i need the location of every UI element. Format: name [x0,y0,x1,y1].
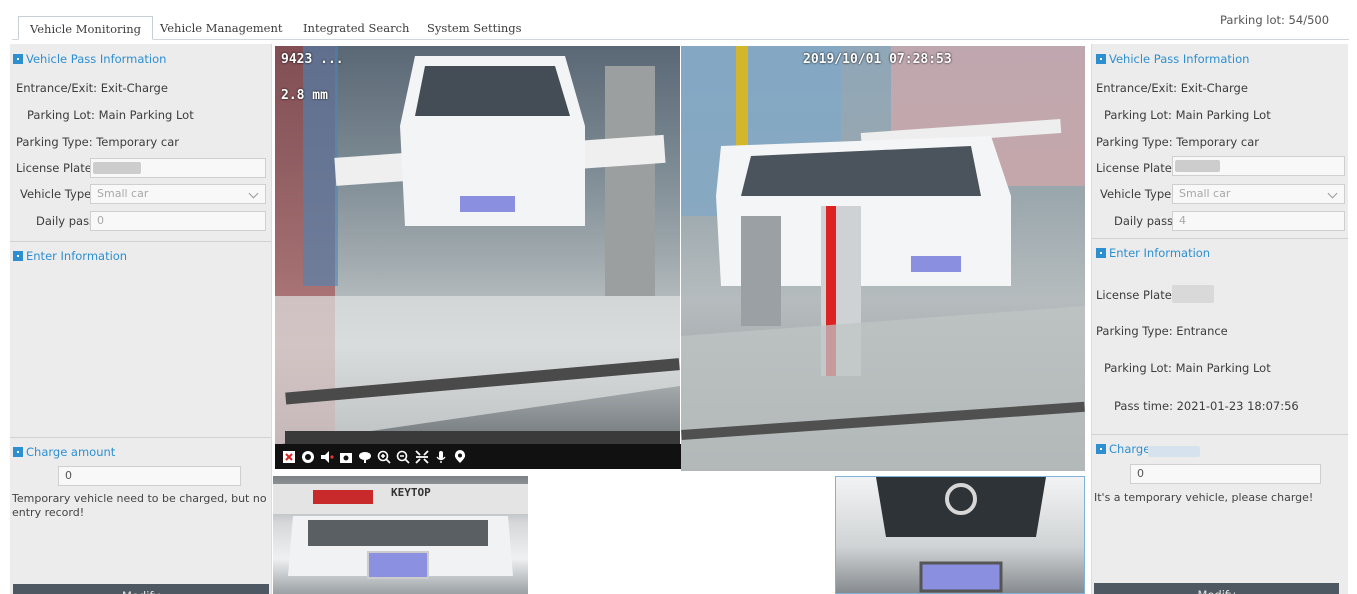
right-plate-input[interactable] [1172,156,1345,176]
left-vehicle-type-label: Vehicle Type: [20,187,96,201]
zoom-in-icon[interactable] [376,449,392,465]
left-daily-pass-input[interactable]: 0 [90,211,266,231]
plate-redaction [1172,285,1214,303]
divider [1092,434,1348,435]
talk-icon[interactable] [357,449,373,465]
microphone-icon[interactable] [433,449,449,465]
camera-feed-image [275,46,680,445]
charge-redaction [1148,446,1200,457]
left-charge-label: Charge amount [26,445,116,459]
right-enter-plate-label: License Plate [1096,288,1172,302]
right-pass-info-label: Vehicle Pass Information [1109,52,1250,66]
right-charge-message: It's a temporary vehicle, please charge! [1094,491,1314,504]
right-pass-info-title: Vehicle Pass Information [1096,52,1249,66]
plate-redaction [1175,160,1220,172]
right-parking-type: Parking Type: Temporary car [1096,135,1259,149]
left-entrance-exit: Entrance/Exit: Exit-Charge [16,81,168,95]
left-vehicle-type-select[interactable]: Small car [90,184,266,204]
left-vehicle-type-value: Small car [97,187,149,200]
thumbnail-plate-exit[interactable] [835,476,1085,594]
close-icon[interactable] [281,449,297,465]
chevron-down-icon [1327,188,1338,199]
right-daily-pass-input[interactable]: 4 [1172,211,1345,231]
section-marker-icon [13,54,23,64]
left-plate-label: License Plate: [16,161,96,175]
right-charge-amount-input[interactable]: 0 [1130,464,1321,484]
right-vehicle-type-label: Vehicle Type: [1100,187,1176,201]
tab-vehicle-management[interactable]: Vehicle Management [149,16,294,40]
left-parking-type: Parking Type: Temporary car [16,135,179,149]
right-charge-label: Charge [1109,442,1151,456]
divider [1092,238,1348,239]
zoom-out-icon[interactable] [395,449,411,465]
left-enter-info-label: Enter Information [26,249,128,263]
right-entrance-exit: Entrance/Exit: Exit-Charge [1096,81,1248,95]
parking-lot-count: Parking lot: 54/500 [1220,13,1330,27]
record-icon[interactable] [300,449,316,465]
camera-1-osd-zoom: 2.8 mm [281,88,328,103]
camera-2-osd-timestamp: 2019/10/01 07:28:53 [803,52,952,67]
right-plate-label: License Plate: [1096,161,1176,175]
thumbnail-image [876,477,1046,593]
tab-system-settings[interactable]: System Settings [416,16,533,40]
tab-vehicle-monitoring[interactable]: Vehicle Monitoring [18,16,153,40]
right-daily-pass-label: Daily pass: [1114,214,1177,228]
audio-icon[interactable] [319,449,335,465]
camera-view-entrance[interactable]: 9423 ... 2.8 mm [275,46,680,445]
left-parking-lot: Parking Lot: Main Parking Lot [27,108,194,122]
plate-redaction [93,162,141,174]
main-tab-bar: Vehicle Monitoring Vehicle Management In… [0,0,1357,44]
right-enter-parking-lot: Parking Lot: Main Parking Lot [1104,361,1271,375]
section-marker-icon [13,251,23,261]
left-modify-button[interactable]: Modify [13,584,269,594]
camera-1-osd-id: 9423 ... [281,52,344,67]
right-vehicle-type-value: Small car [1179,187,1231,200]
chevron-down-icon [248,188,259,199]
left-charge-amount-input[interactable]: 0 [58,466,241,486]
right-charge-title: Charge [1096,442,1150,456]
snapshot-icon[interactable] [338,449,354,465]
left-charge-title: Charge amount [13,445,115,459]
right-modify-button[interactable]: Modify [1094,583,1339,594]
location-icon[interactable] [452,449,468,465]
camera-control-toolbar [275,444,681,469]
left-charge-message: Temporary vehicle need to be charged, bu… [12,492,267,519]
right-vehicle-panel: Vehicle Pass Information Entrance/Exit: … [1091,44,1348,594]
barrier-brand-label: KEYTOP [391,486,431,499]
right-enter-parking-type: Parking Type: Entrance [1096,324,1228,338]
right-enter-info-label: Enter Information [1109,246,1211,260]
video-wall: 9423 ... 2.8 mm 2019/10/01 07:28:53 KEYT… [273,44,1089,594]
left-pass-info-label: Vehicle Pass Information [26,52,167,66]
section-marker-icon [1096,444,1106,454]
right-pass-time: Pass time: 2021-01-23 18:07:56 [1114,399,1299,413]
left-enter-info-title: Enter Information [13,249,127,263]
left-plate-input[interactable] [90,158,266,178]
right-vehicle-type-select[interactable]: Small car [1172,184,1345,204]
right-enter-info-title: Enter Information [1096,246,1210,260]
left-pass-info-title: Vehicle Pass Information [13,52,166,66]
section-marker-icon [13,447,23,457]
section-marker-icon [1096,248,1106,258]
camera-view-exit[interactable]: 2019/10/01 07:28:53 [681,46,1085,471]
thumbnail-plate-entrance[interactable]: KEYTOP [273,476,528,594]
divider [10,241,271,242]
left-vehicle-panel: Vehicle Pass Information Entrance/Exit: … [10,44,272,594]
camera-feed-image [681,46,1085,471]
divider [10,437,271,438]
tab-integrated-search[interactable]: Integrated Search [292,16,420,40]
right-parking-lot: Parking Lot: Main Parking Lot [1104,108,1271,122]
section-marker-icon [1096,54,1106,64]
fullscreen-icon[interactable] [414,449,430,465]
